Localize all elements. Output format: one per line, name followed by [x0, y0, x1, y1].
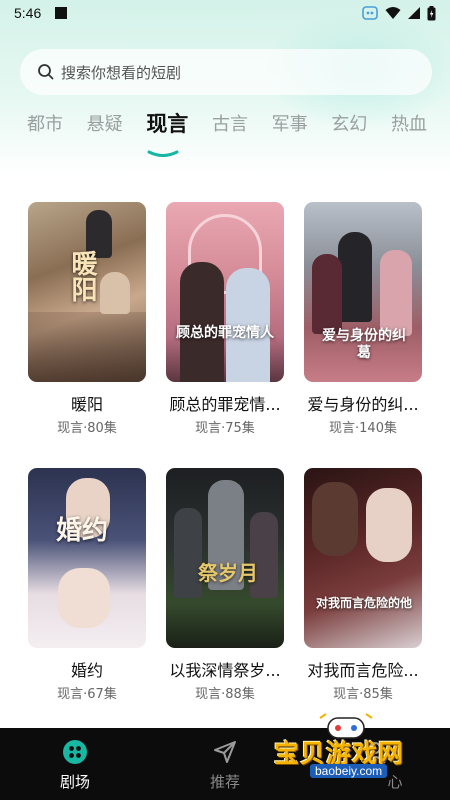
- send-arrow-icon: [211, 738, 239, 766]
- drama-card[interactable]: 顾总的罪宠情人 顾总的罪宠情... 现言·75集: [166, 202, 284, 436]
- drama-title: 顾总的罪宠情...: [169, 395, 281, 414]
- drama-card[interactable]: 祭岁月 以我深情祭岁... 现言·88集: [166, 468, 284, 702]
- nav-theater[interactable]: 剧场: [0, 728, 150, 800]
- category-tabs: 都市 悬疑 现言 古言 军事 玄幻 热血: [27, 108, 427, 138]
- drama-meta: 现言·80集: [57, 421, 117, 436]
- drama-card[interactable]: 对我而言危险的他 对我而言危险... 现言·85集: [304, 468, 422, 702]
- poster-title: 暖阳: [67, 250, 97, 302]
- drama-card[interactable]: 婚约 婚约 现言·67集: [28, 468, 146, 702]
- wifi-icon: [385, 7, 401, 19]
- tab-xianyan[interactable]: 现言: [146, 108, 188, 138]
- notification-icon: [55, 7, 68, 19]
- drama-card[interactable]: 暖阳 暖阳 现言·80集: [28, 202, 146, 436]
- drama-poster: 婚约: [28, 468, 146, 648]
- tab-guyan[interactable]: 古言: [212, 110, 248, 136]
- tab-rexue[interactable]: 热血: [391, 110, 427, 136]
- drama-poster: 爱与身份的纠葛: [304, 202, 422, 382]
- drama-title: 暖阳: [70, 395, 103, 414]
- tab-junshi[interactable]: 军事: [272, 110, 308, 136]
- battery-icon: [427, 5, 436, 20]
- theater-icon: [61, 738, 89, 766]
- tab-xuanhuan[interactable]: 玄幻: [331, 110, 367, 136]
- drama-card[interactable]: 爱与身份的纠葛 爱与身份的纠... 现言·140集: [304, 202, 422, 436]
- signal-icon: [408, 7, 420, 19]
- drama-poster: 对我而言危险的他: [304, 468, 422, 648]
- poster-title: 祭岁月: [198, 561, 258, 585]
- drama-poster: 顾总的罪宠情人: [166, 202, 284, 382]
- tab-dushi[interactable]: 都市: [27, 110, 63, 136]
- drama-title: 婚约: [70, 661, 103, 680]
- drama-meta: 现言·75集: [195, 421, 255, 436]
- drama-title: 爱与身份的纠...: [307, 395, 419, 414]
- drama-meta: 现言·67集: [57, 687, 117, 702]
- search-bar[interactable]: 搜索你想看的短剧: [20, 49, 432, 95]
- poster-title: 顾总的罪宠情人: [176, 325, 274, 341]
- search-icon: [38, 64, 54, 80]
- status-icons: [361, 4, 436, 22]
- drama-title: 以我深情祭岁...: [169, 661, 281, 680]
- drama-poster: 祭岁月: [166, 468, 284, 648]
- drama-meta: 现言·85集: [333, 687, 393, 702]
- poster-title: 婚约: [56, 516, 109, 546]
- site-watermark: 宝贝游戏网 baobeiy.com: [270, 712, 430, 784]
- nav-label: 剧场: [59, 773, 90, 791]
- drama-poster: 暖阳: [28, 202, 146, 382]
- drama-meta: 现言·140集: [329, 421, 397, 436]
- nav-label: 推荐: [209, 773, 240, 791]
- poster-title: 对我而言危险的他: [316, 596, 413, 610]
- drama-title: 对我而言危险...: [307, 661, 419, 680]
- watermark-url: baobeiy.com: [310, 764, 388, 778]
- game-controller-icon: [362, 6, 378, 20]
- status-bar: 5:46: [0, 0, 450, 26]
- search-placeholder: 搜索你想看的短剧: [61, 63, 182, 82]
- drama-meta: 现言·88集: [195, 687, 255, 702]
- poster-title: 爱与身份的纠葛: [322, 328, 406, 361]
- active-tab-indicator: [147, 150, 179, 157]
- status-time: 5:46: [14, 5, 42, 21]
- tab-xuanyi[interactable]: 悬疑: [87, 110, 123, 136]
